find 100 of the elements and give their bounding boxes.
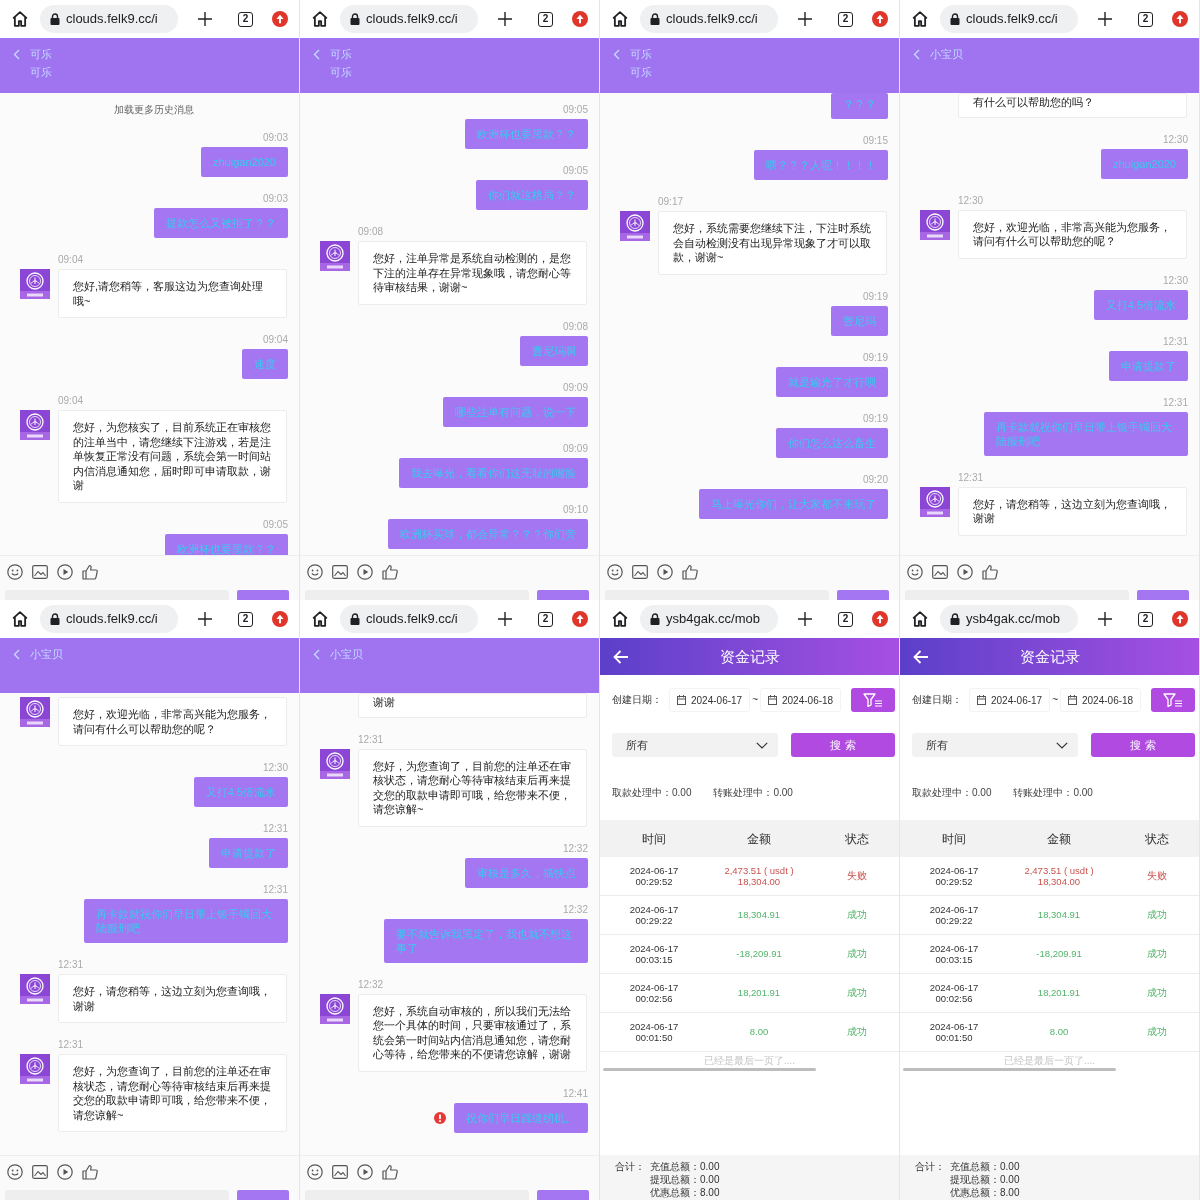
table-cell: 2024-06-17 00:01:50 [629,1020,679,1044]
sent-message: 欧洲杯也要黑款？？ [465,119,588,149]
emoji-icon[interactable] [7,1164,23,1180]
back-arrow-icon[interactable] [913,649,929,664]
home-icon[interactable] [12,611,28,627]
arrow-up-circle-icon[interactable] [872,11,888,27]
timestamp: 12:31 [1162,396,1188,409]
address-bar[interactable]: ysb4gak.cc/mob [640,605,778,633]
image-icon[interactable] [932,565,948,579]
arrow-up-circle-icon[interactable] [1172,11,1188,27]
thumbs-up-icon[interactable] [982,564,998,580]
date-label: 创建日期： [612,694,662,706]
thumbs-up-icon[interactable] [682,564,698,580]
play-icon[interactable] [957,564,973,580]
arrow-up-circle-icon[interactable] [272,11,288,27]
type-select[interactable]: 所有 [912,733,1078,757]
thumbs-up-icon[interactable] [382,564,398,580]
search-button[interactable]: 搜 索 [791,733,895,757]
play-icon[interactable] [357,1164,373,1180]
arrow-up-circle-icon[interactable] [572,11,588,27]
home-icon[interactable] [312,11,328,27]
column-header: 时间 [942,831,966,846]
total-amount: 充值总额：0.00 [950,1160,1020,1173]
load-more-link[interactable]: 加载更多历史消息 [114,104,194,116]
image-icon[interactable] [32,565,48,579]
tab-count-button[interactable]: 2 [1138,611,1153,627]
filter-icon [1163,693,1183,707]
emoji-icon[interactable] [607,564,623,580]
home-icon[interactable] [912,11,928,27]
thumbs-up-icon[interactable] [82,1164,98,1180]
calendar-icon [677,695,686,705]
tab-count-button[interactable]: 2 [1138,11,1153,27]
status-cell: 成功 [1147,987,1167,999]
plus-icon[interactable] [798,12,812,26]
filter-button[interactable] [851,688,895,712]
date-separator: ~ [1052,694,1058,706]
image-icon[interactable] [332,565,348,579]
home-icon[interactable] [612,11,628,27]
plus-icon[interactable] [498,12,512,26]
error-icon[interactable] [434,1111,446,1124]
thumbs-up-icon[interactable] [382,1164,398,1180]
timestamp: 09:19 [862,290,888,303]
emoji-icon[interactable] [907,564,923,580]
emoji-icon[interactable] [307,564,323,580]
address-bar[interactable]: clouds.felk9.cc/i [940,5,1078,33]
search-button[interactable]: 搜 索 [1091,733,1195,757]
date-field[interactable]: 2024-06-18 [760,688,842,712]
tab-count-button[interactable]: 2 [838,611,853,627]
play-icon[interactable] [57,564,73,580]
address-bar[interactable]: clouds.felk9.cc/i [40,5,178,33]
timestamp: 09:19 [862,412,888,425]
address-bar[interactable]: clouds.felk9.cc/i [40,605,178,633]
plus-icon[interactable] [198,612,212,626]
image-icon[interactable] [332,1165,348,1179]
timestamp: 12:31 [58,959,84,971]
thumbs-up-icon[interactable] [82,564,98,580]
arrow-up-circle-icon[interactable] [872,611,888,627]
home-icon[interactable] [312,611,328,627]
sent-message: 你们怎么这么畜生 [776,427,888,458]
arrow-up-circle-icon[interactable] [1172,611,1188,627]
plus-icon[interactable] [1098,612,1112,626]
filter-button[interactable] [1151,688,1195,712]
received-message: 谢谢 [358,693,587,718]
address-bar[interactable]: clouds.felk9.cc/i [340,605,478,633]
calendar-icon [977,695,986,705]
emoji-icon[interactable] [7,564,23,580]
date-field[interactable]: 2024-06-17 [669,688,751,712]
image-icon[interactable] [32,1165,48,1179]
timestamp: 09:17 [658,196,684,208]
arrow-up-circle-icon[interactable] [572,611,588,627]
tab-count-button[interactable]: 2 [838,11,853,27]
tab-count-button[interactable]: 2 [538,611,553,627]
play-icon[interactable] [657,564,673,580]
plus-icon[interactable] [1098,12,1112,26]
type-select[interactable]: 所有 [612,733,778,757]
table-cell: 2024-06-17 00:03:15 [929,942,979,966]
plus-icon[interactable] [198,12,212,26]
tab-count-button[interactable]: 2 [238,611,253,627]
tab-count-button[interactable]: 2 [538,11,553,27]
arrow-up-circle-icon[interactable] [272,611,288,627]
plus-icon[interactable] [498,612,512,626]
back-arrow-icon[interactable] [613,649,629,664]
emoji-icon[interactable] [307,1164,323,1180]
address-bar[interactable]: ysb4gak.cc/mob [940,605,1078,633]
address-bar[interactable]: clouds.felk9.cc/i [340,5,478,33]
home-icon[interactable] [612,611,628,627]
tab-count-button[interactable]: 2 [238,11,253,27]
address-bar[interactable]: clouds.felk9.cc/i [640,5,778,33]
play-icon[interactable] [57,1164,73,1180]
home-icon[interactable] [12,11,28,27]
timestamp: 09:20 [862,473,888,486]
plus-icon[interactable] [798,612,812,626]
amount-cell: 18,304.91 [737,909,781,921]
date-field[interactable]: 2024-06-17 [969,688,1051,712]
sent-message: zhuigan2020 [1101,148,1188,179]
home-icon[interactable] [912,611,928,627]
play-icon[interactable] [357,564,373,580]
status-cell: 成功 [1147,948,1167,960]
image-icon[interactable] [632,565,648,579]
date-field[interactable]: 2024-06-18 [1060,688,1142,712]
